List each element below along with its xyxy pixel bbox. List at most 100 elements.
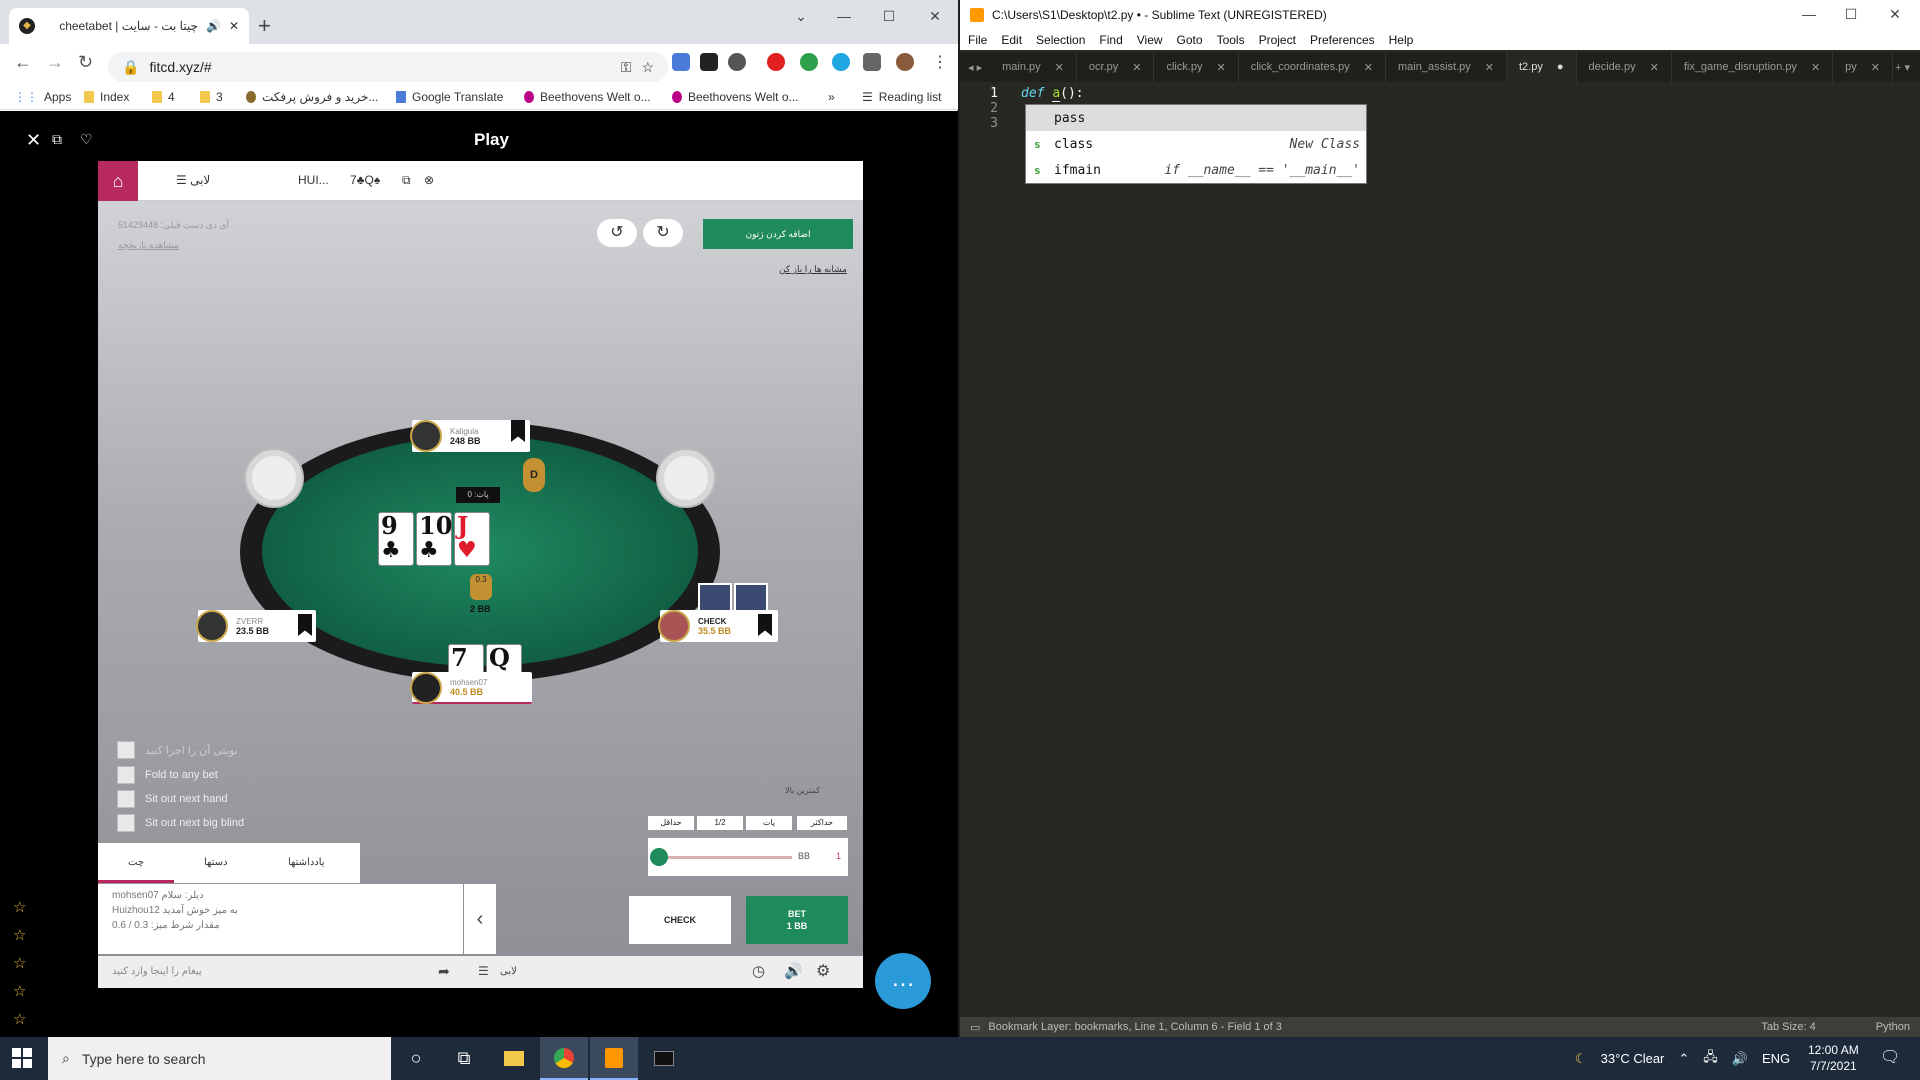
reading-list[interactable]: ☰ Reading list	[862, 90, 941, 104]
bookmark-4[interactable]: 4	[152, 90, 175, 104]
bet-value-input[interactable]: 1	[836, 851, 841, 861]
bookmark-perfect[interactable]: خرید و فروش پرفکت...	[246, 90, 378, 104]
undo-icon[interactable]: ↺	[597, 219, 637, 247]
browser-tab[interactable]: ◆ چیتا بت - سایت | cheetabet 🔊 ✕	[9, 8, 249, 44]
menu-help[interactable]: Help	[1389, 33, 1414, 47]
maximize-button[interactable]: ☐	[1836, 6, 1866, 23]
terminal-icon[interactable]	[640, 1037, 688, 1080]
unsaved-dot-icon[interactable]: ●	[1557, 61, 1564, 73]
star-icon[interactable]: ☆	[13, 898, 26, 916]
notifications-icon[interactable]: 🗨	[1880, 1047, 1900, 1067]
preset-max-button[interactable]: حداکثر	[797, 816, 847, 830]
extension-icon[interactable]	[700, 53, 718, 71]
close-icon[interactable]: ✕	[26, 130, 41, 151]
autocomplete-item[interactable]: s class New Class	[1026, 131, 1366, 157]
send-icon[interactable]: ➦	[438, 963, 450, 980]
tab-notes[interactable]: یادداشتها	[288, 857, 325, 868]
history-icon[interactable]: ◷	[752, 962, 765, 980]
tab-close-icon[interactable]: ✕	[1055, 61, 1064, 74]
chat-support-icon[interactable]: …	[875, 953, 931, 1009]
checkbox[interactable]	[117, 790, 135, 808]
tab-scroll-arrows-icon[interactable]: ◂ ▸	[960, 61, 990, 74]
menu-dots-icon[interactable]: ⋮	[932, 52, 948, 72]
menu-file[interactable]: File	[968, 33, 987, 47]
add-chips-button[interactable]: اضافه کردن ژتون	[703, 219, 853, 249]
check-button[interactable]: CHECK	[629, 896, 731, 944]
forward-icon[interactable]: →	[46, 52, 64, 73]
editor-tab[interactable]: main_assist.py ✕	[1386, 52, 1507, 82]
back-icon[interactable]: ←	[14, 52, 32, 73]
translate-extension-icon[interactable]	[672, 53, 690, 71]
new-tab-button[interactable]: +	[258, 13, 271, 39]
reload-icon[interactable]: ↻	[78, 52, 93, 73]
preset-half-pot-button[interactable]: 1/2	[697, 816, 743, 830]
profile-avatar[interactable]	[896, 53, 914, 71]
tab-close-icon[interactable]: ✕	[1217, 61, 1226, 74]
tab-close-icon[interactable]: ✕	[1650, 61, 1659, 74]
editor-tab[interactable]: fix_game_disruption.py ✕	[1672, 52, 1834, 82]
option-auto-action[interactable]: نوبتی آن را اجرا کنید	[117, 741, 238, 759]
tab-close-icon[interactable]: ✕	[229, 19, 239, 33]
list-icon[interactable]: ☰	[478, 964, 489, 978]
key-icon[interactable]: ⚿	[621, 59, 632, 76]
checkbox[interactable]	[117, 766, 135, 784]
close-table-icon[interactable]: ⊗	[424, 173, 434, 187]
extension-icon[interactable]	[832, 53, 850, 71]
editor-tab[interactable]: main.py ✕	[990, 52, 1077, 82]
redo-icon[interactable]: ↻	[643, 219, 683, 247]
close-window-button[interactable]: ✕	[1880, 6, 1910, 23]
checkbox[interactable]	[117, 814, 135, 832]
menu-edit[interactable]: Edit	[1001, 33, 1022, 47]
cortana-icon[interactable]: ○	[392, 1037, 440, 1080]
editor-tab[interactable]: decide.py ✕	[1577, 52, 1672, 82]
star-icon[interactable]: ☆	[13, 926, 26, 944]
bet-slider-knob[interactable]	[650, 848, 668, 866]
sublime-text-icon[interactable]	[590, 1037, 638, 1080]
editor-tab[interactable]: click_coordinates.py ✕	[1239, 52, 1386, 82]
star-icon[interactable]: ☆	[13, 954, 26, 972]
bookmark-index[interactable]: Index	[84, 90, 129, 104]
popout-icon[interactable]: ⧉	[52, 131, 62, 148]
menu-tools[interactable]: Tools	[1217, 33, 1245, 47]
syntax-label[interactable]: Python	[1876, 1021, 1910, 1033]
settings-gear-icon[interactable]: ⚙	[816, 961, 830, 981]
menu-preferences[interactable]: Preferences	[1310, 33, 1375, 47]
taskbar-search[interactable]: ⌕ Type here to search	[48, 1037, 391, 1080]
preset-pot-button[interactable]: پات	[746, 816, 792, 830]
maximize-button[interactable]: ☐	[874, 8, 904, 25]
tab-close-icon[interactable]: ✕	[1132, 61, 1141, 74]
panel-toggle-icon[interactable]: ▭	[970, 1021, 980, 1034]
tab-hand[interactable]: 7♣Q♠	[350, 173, 380, 187]
windows-start-icon[interactable]	[12, 1048, 32, 1068]
task-view-icon[interactable]: ⧉	[440, 1037, 488, 1080]
network-icon[interactable]: 🖧	[1703, 1048, 1718, 1070]
bet-slider[interactable]	[658, 856, 792, 859]
star-icon[interactable]: ☆	[13, 982, 26, 1000]
chat-input[interactable]: پیغام را اینجا وارد کنید	[112, 966, 202, 977]
autocomplete-item[interactable]: s ifmain if __name__ == '__main__'	[1026, 157, 1366, 183]
tab-audio-icon[interactable]: 🔊	[206, 19, 221, 33]
option-sit-out-next-hand[interactable]: Sit out next hand	[117, 790, 228, 808]
opera-extension-icon[interactable]	[767, 53, 785, 71]
bookmark-google-translate[interactable]: Google Translate	[396, 90, 503, 104]
sound-icon[interactable]: 🔊	[784, 962, 803, 980]
moon-weather-icon[interactable]: ☾	[1575, 1051, 1587, 1067]
tab-overflow-icon[interactable]: + ▾	[1895, 61, 1920, 74]
bookmark-3[interactable]: 3	[200, 90, 223, 104]
bookmark-beethoven-2[interactable]: Beethovens Welt o...	[672, 90, 799, 104]
history-link[interactable]: مشاهده تاریخچه	[118, 240, 179, 251]
menu-selection[interactable]: Selection	[1036, 33, 1085, 47]
chevron-up-icon[interactable]: ⌃	[1678, 1051, 1689, 1067]
language-indicator[interactable]: ENG	[1762, 1051, 1790, 1066]
puzzle-extensions-icon[interactable]	[863, 53, 881, 71]
tab-hands[interactable]: دستها	[204, 857, 228, 868]
minimize-button[interactable]: —	[1794, 6, 1824, 22]
menu-goto[interactable]: Goto	[1177, 33, 1203, 47]
volume-icon[interactable]: 🔊	[1732, 1051, 1748, 1067]
close-window-button[interactable]: ✕	[920, 8, 950, 25]
editor-tab[interactable]: ocr.py ✕	[1077, 52, 1155, 82]
editor-tab[interactable]: click.py ✕	[1154, 52, 1239, 82]
autocomplete-item[interactable]: pass	[1026, 105, 1366, 131]
chevron-left-icon[interactable]: ‹	[464, 884, 496, 954]
bet-button[interactable]: BET 1 BB	[746, 896, 848, 944]
